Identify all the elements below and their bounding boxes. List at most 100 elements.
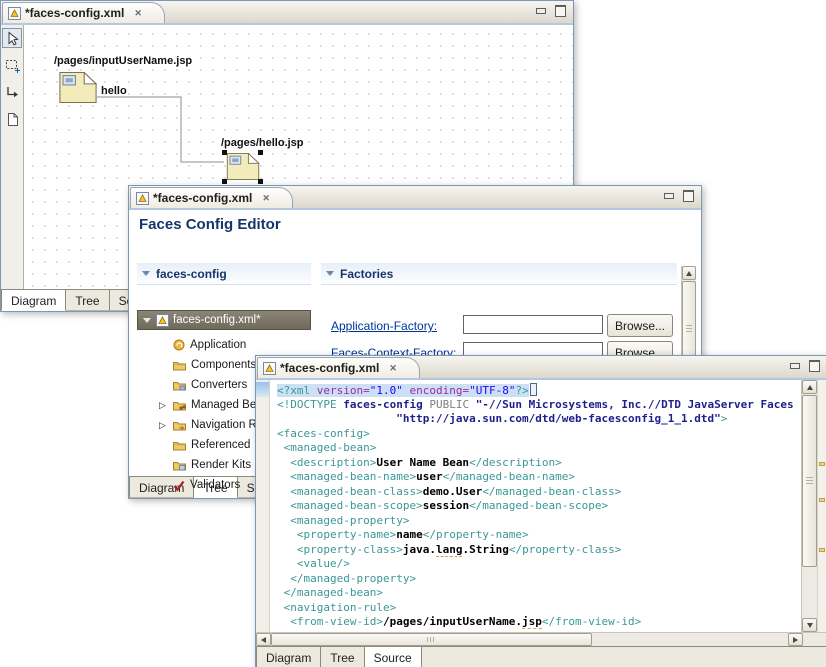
code-line[interactable]: </managed-bean> — [277, 586, 801, 601]
horizontal-scrollbar[interactable] — [256, 632, 826, 646]
section-title: faces-config — [156, 267, 227, 281]
warning-marker[interactable] — [819, 548, 825, 552]
factories-section-header[interactable]: Factories — [321, 263, 677, 285]
code-line[interactable]: <property-class>java.lang.String</proper… — [277, 543, 801, 558]
section-collapse-icon[interactable] — [142, 271, 150, 276]
tree-item-label: Converters — [191, 379, 247, 391]
folder-icon — [173, 440, 186, 451]
jsp-page-icon — [59, 72, 97, 103]
scroll-right-button[interactable] — [788, 633, 803, 646]
faces-config-file-icon — [136, 192, 149, 205]
code-line[interactable]: <description>User Name Bean</description… — [277, 456, 801, 471]
scroll-left-button[interactable] — [256, 633, 271, 646]
application-factory-input[interactable] — [463, 315, 603, 334]
scrollbar-thumb[interactable] — [271, 633, 592, 646]
code-line[interactable]: <navigation-rule> — [277, 601, 801, 616]
check-icon — [173, 480, 185, 491]
folder-icon — [173, 420, 186, 431]
maximize-icon — [555, 5, 566, 17]
code-line[interactable]: <managed-property> — [277, 514, 801, 529]
marquee-tool-button[interactable] — [2, 55, 22, 75]
warning-marker[interactable] — [819, 498, 825, 502]
maximize-button[interactable] — [554, 5, 567, 17]
maximize-button[interactable] — [682, 190, 695, 202]
view-tab-diagram[interactable]: Diagram — [256, 647, 321, 667]
warning-marker[interactable] — [819, 462, 825, 466]
close-icon[interactable]: ✕ — [389, 363, 397, 374]
code-line[interactable]: <managed-bean> — [277, 441, 801, 456]
code-line[interactable]: <managed-bean-name>user</managed-bean-na… — [277, 470, 801, 485]
tree-item-validators[interactable]: Validators — [173, 475, 240, 495]
annotation-ruler[interactable] — [256, 380, 270, 632]
page-node-hello[interactable] — [225, 153, 261, 183]
selection-handle[interactable] — [222, 179, 227, 184]
faces-config-file-icon — [263, 362, 276, 375]
code-line[interactable]: "http://java.sun.com/dtd/web-facesconfig… — [277, 412, 801, 427]
collapse-arrow-icon[interactable] — [143, 318, 151, 323]
select-arrow-icon — [5, 31, 20, 46]
view-tab-tree[interactable]: Tree — [321, 647, 364, 667]
select-tool-button[interactable] — [2, 28, 22, 48]
section-collapse-icon[interactable] — [326, 271, 334, 276]
close-icon[interactable]: ✕ — [262, 193, 270, 204]
expand-arrow-icon[interactable]: ▷ — [159, 420, 166, 431]
application-icon — [173, 339, 185, 351]
view-tab-diagram[interactable]: Diagram — [1, 290, 66, 311]
selection-handle[interactable] — [258, 150, 263, 155]
tree-item-application[interactable]: Application — [173, 335, 246, 355]
minimize-button[interactable] — [788, 360, 801, 372]
code-line[interactable]: <managed-bean-scope>session</managed-bea… — [277, 499, 801, 514]
editor-tab-faces-config[interactable]: *faces-config.xml ✕ — [130, 187, 293, 208]
scroll-up-button[interactable] — [802, 380, 817, 394]
editor-tab-title: *faces-config.xml — [280, 361, 379, 375]
scroll-up-button[interactable] — [682, 266, 696, 280]
connection-label[interactable]: hello — [101, 85, 127, 97]
overview-ruler[interactable] — [817, 380, 826, 632]
editor-tab-bar: *faces-config.xml ✕ — [129, 186, 701, 210]
code-line[interactable]: <from-view-id>/pages/inputUserName.jsp</… — [277, 615, 801, 630]
selection-handle[interactable] — [222, 150, 227, 155]
editor-tab-bar: *faces-config.xml ✕ — [256, 356, 826, 380]
folder-icon — [173, 460, 186, 471]
close-icon[interactable]: ✕ — [134, 8, 142, 19]
editor-tab-faces-config[interactable]: *faces-config.xml ✕ — [2, 2, 165, 23]
connection-tool-button[interactable] — [2, 82, 22, 102]
scroll-down-button[interactable] — [802, 618, 817, 632]
expand-arrow-icon[interactable]: ▷ — [159, 400, 166, 411]
maximize-icon — [683, 190, 694, 202]
scrollbar-track[interactable] — [271, 633, 788, 646]
code-line[interactable]: <managed-bean-class>demo.User</managed-b… — [277, 485, 801, 500]
tree-item-components[interactable]: Components — [173, 355, 256, 375]
source-code-area[interactable]: <?xml version="1.0" encoding="UTF-8"?><!… — [270, 380, 801, 632]
scrollbar-thumb[interactable] — [802, 395, 817, 567]
connection-icon — [5, 85, 20, 100]
code-line[interactable]: <?xml version="1.0" encoding="UTF-8"?> — [277, 383, 801, 398]
tree-item-label: Navigation R — [191, 419, 257, 431]
tree-item-referenced-beans[interactable]: Referenced — [173, 435, 250, 455]
tree-item-render-kits[interactable]: Render Kits — [173, 455, 251, 475]
code-line[interactable]: <value/> — [277, 557, 801, 572]
selection-handle[interactable] — [258, 179, 263, 184]
application-factory-link[interactable]: Application-Factory: — [331, 319, 437, 333]
maximize-button[interactable] — [808, 360, 821, 372]
minimize-button[interactable] — [534, 5, 547, 17]
tree-item-label: Referenced — [191, 439, 250, 451]
tree-item-root[interactable]: faces-config.xml* — [137, 310, 311, 330]
code-line[interactable]: <faces-config> — [277, 427, 801, 442]
editor-tab-faces-config[interactable]: *faces-config.xml ✕ — [257, 357, 420, 378]
code-line[interactable]: <property-name>name</property-name> — [277, 528, 801, 543]
vertical-scrollbar[interactable] — [801, 380, 817, 632]
tree-item-navigation-rules[interactable]: ▷ Navigation R — [173, 415, 257, 435]
browse-button[interactable]: Browse... — [607, 314, 673, 337]
tree-item-converters[interactable]: Converters — [173, 375, 247, 395]
minimize-button[interactable] — [662, 190, 675, 202]
new-page-tool-button[interactable] — [2, 109, 22, 129]
page-node-label: /pages/inputUserName.jsp — [54, 55, 192, 67]
code-line[interactable]: </managed-property> — [277, 572, 801, 587]
page-node-input-user-name[interactable] — [59, 72, 97, 106]
code-line[interactable]: <!DOCTYPE faces-config PUBLIC "-//Sun Mi… — [277, 398, 801, 413]
overview-section-header[interactable]: faces-config — [137, 263, 311, 285]
view-tab-tree[interactable]: Tree — [66, 290, 109, 311]
view-tab-source[interactable]: Source — [365, 647, 422, 667]
minimize-icon — [664, 193, 674, 199]
